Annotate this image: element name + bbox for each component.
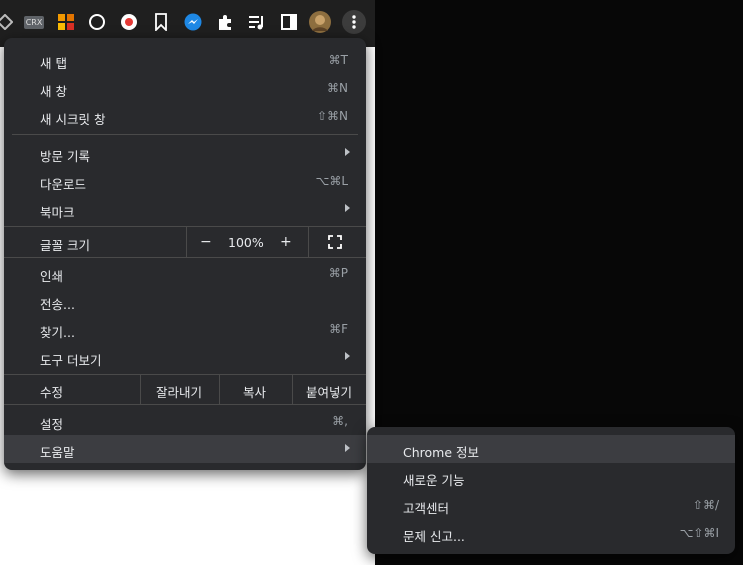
divider	[219, 375, 220, 404]
sidebar-icon[interactable]	[278, 11, 300, 33]
menu-item-label: 인쇄	[40, 269, 64, 284]
menu-item-label: 찾기...	[40, 325, 75, 340]
messenger-icon[interactable]	[182, 11, 204, 33]
avatar[interactable]	[309, 11, 331, 33]
edit-label: 수정	[40, 385, 64, 400]
shortcut-text: ⌘P	[328, 266, 348, 280]
divider	[140, 375, 141, 404]
diamond-icon[interactable]	[0, 11, 16, 33]
menu-item-label: 북마크	[40, 205, 75, 220]
chrome-main-menu: 새 탭 ⌘T 새 창 ⌘N 새 시크릿 창 ⇧⌘N 방문 기록 다운로드 ⌥⌘L…	[4, 38, 366, 470]
shortcut-text: ⌥⇧⌘I	[679, 526, 719, 540]
zoom-in-button[interactable]: +	[280, 234, 292, 250]
shortcut-text: ⇧⌘/	[692, 498, 719, 512]
menu-item-label: 새 창	[40, 84, 67, 99]
zoom-out-button[interactable]: −	[200, 234, 212, 250]
fullscreen-icon[interactable]	[328, 235, 342, 252]
divider	[12, 134, 358, 135]
menu-item-label: 새 시크릿 창	[40, 112, 106, 127]
menu-item-label: 방문 기록	[40, 149, 90, 164]
chevron-right-icon	[345, 352, 350, 360]
menu-item-label: 설정	[40, 417, 64, 432]
menu-item-downloads[interactable]: 다운로드 ⌥⌘L	[4, 167, 366, 195]
menu-item-label: 도구 더보기	[40, 353, 102, 368]
zoom-value: 100%	[228, 235, 264, 250]
menu-item-settings[interactable]: 설정 ⌘,	[4, 407, 366, 435]
shortcut-text: ⌘,	[332, 414, 348, 428]
menu-item-label: 도움말	[40, 445, 75, 460]
circle-icon[interactable]	[86, 11, 108, 33]
chevron-right-icon	[345, 148, 350, 156]
menu-item-new-tab[interactable]: 새 탭 ⌘T	[4, 46, 366, 74]
shortcut-text: ⇧⌘N	[316, 109, 348, 123]
crx-label: CRX	[23, 15, 45, 29]
submenu-item-label: Chrome 정보	[403, 445, 480, 460]
menu-item-label: 전송...	[40, 297, 75, 312]
submenu-item-report-issue[interactable]: 문제 신고... ⌥⇧⌘I	[367, 519, 735, 547]
shortcut-text: ⌘F	[329, 322, 348, 336]
zoom-label: 글꼴 크기	[40, 238, 90, 253]
submenu-item-help-center[interactable]: 고객센터 ⇧⌘/	[367, 491, 735, 519]
shortcut-text: ⌘T	[328, 53, 348, 67]
submenu-item-label: 문제 신고...	[403, 529, 465, 544]
divider	[4, 257, 366, 258]
zoom-row: 글꼴 크기 − 100% +	[4, 227, 366, 257]
submenu-item-whats-new[interactable]: 새로운 기능	[367, 463, 735, 491]
chevron-right-icon	[345, 204, 350, 212]
paste-button[interactable]: 붙여넣기	[306, 382, 352, 401]
menu-item-label: 다운로드	[40, 177, 87, 192]
menu-item-help[interactable]: 도움말	[4, 435, 366, 463]
menu-item-print[interactable]: 인쇄 ⌘P	[4, 259, 366, 287]
chevron-right-icon	[345, 444, 350, 452]
more-icon[interactable]	[342, 10, 366, 34]
crx-icon[interactable]: CRX	[22, 11, 46, 33]
copy-button[interactable]: 복사	[243, 382, 266, 401]
submenu-item-label: 고객센터	[403, 501, 450, 516]
menu-item-find[interactable]: 찾기... ⌘F	[4, 315, 366, 343]
menu-item-new-window[interactable]: 새 창 ⌘N	[4, 74, 366, 102]
divider	[292, 375, 293, 404]
menu-item-incognito[interactable]: 새 시크릿 창 ⇧⌘N	[4, 102, 366, 130]
menu-item-history[interactable]: 방문 기록	[4, 139, 366, 167]
bookmark-icon[interactable]	[150, 11, 172, 33]
cut-button[interactable]: 잘라내기	[156, 382, 202, 401]
help-submenu: Chrome 정보 새로운 기능 고객센터 ⇧⌘/ 문제 신고... ⌥⇧⌘I	[367, 427, 735, 554]
divider	[4, 404, 366, 405]
squares-extension-icon[interactable]	[55, 11, 77, 33]
playlist-icon[interactable]	[246, 11, 268, 33]
menu-item-cast[interactable]: 전송...	[4, 287, 366, 315]
submenu-item-label: 새로운 기능	[403, 473, 465, 488]
shortcut-text: ⌥⌘L	[315, 174, 348, 188]
divider	[186, 227, 187, 257]
menu-item-more-tools[interactable]: 도구 더보기	[4, 343, 366, 371]
menu-item-bookmarks[interactable]: 북마크	[4, 195, 366, 223]
submenu-item-about-chrome[interactable]: Chrome 정보	[367, 435, 735, 463]
shortcut-text: ⌘N	[327, 81, 348, 95]
edit-row: 수정 잘라내기 복사 붙여넣기	[4, 375, 366, 404]
record-icon[interactable]	[118, 11, 140, 33]
divider	[308, 227, 309, 257]
menu-item-label: 새 탭	[40, 56, 67, 71]
puzzle-icon[interactable]	[214, 11, 236, 33]
